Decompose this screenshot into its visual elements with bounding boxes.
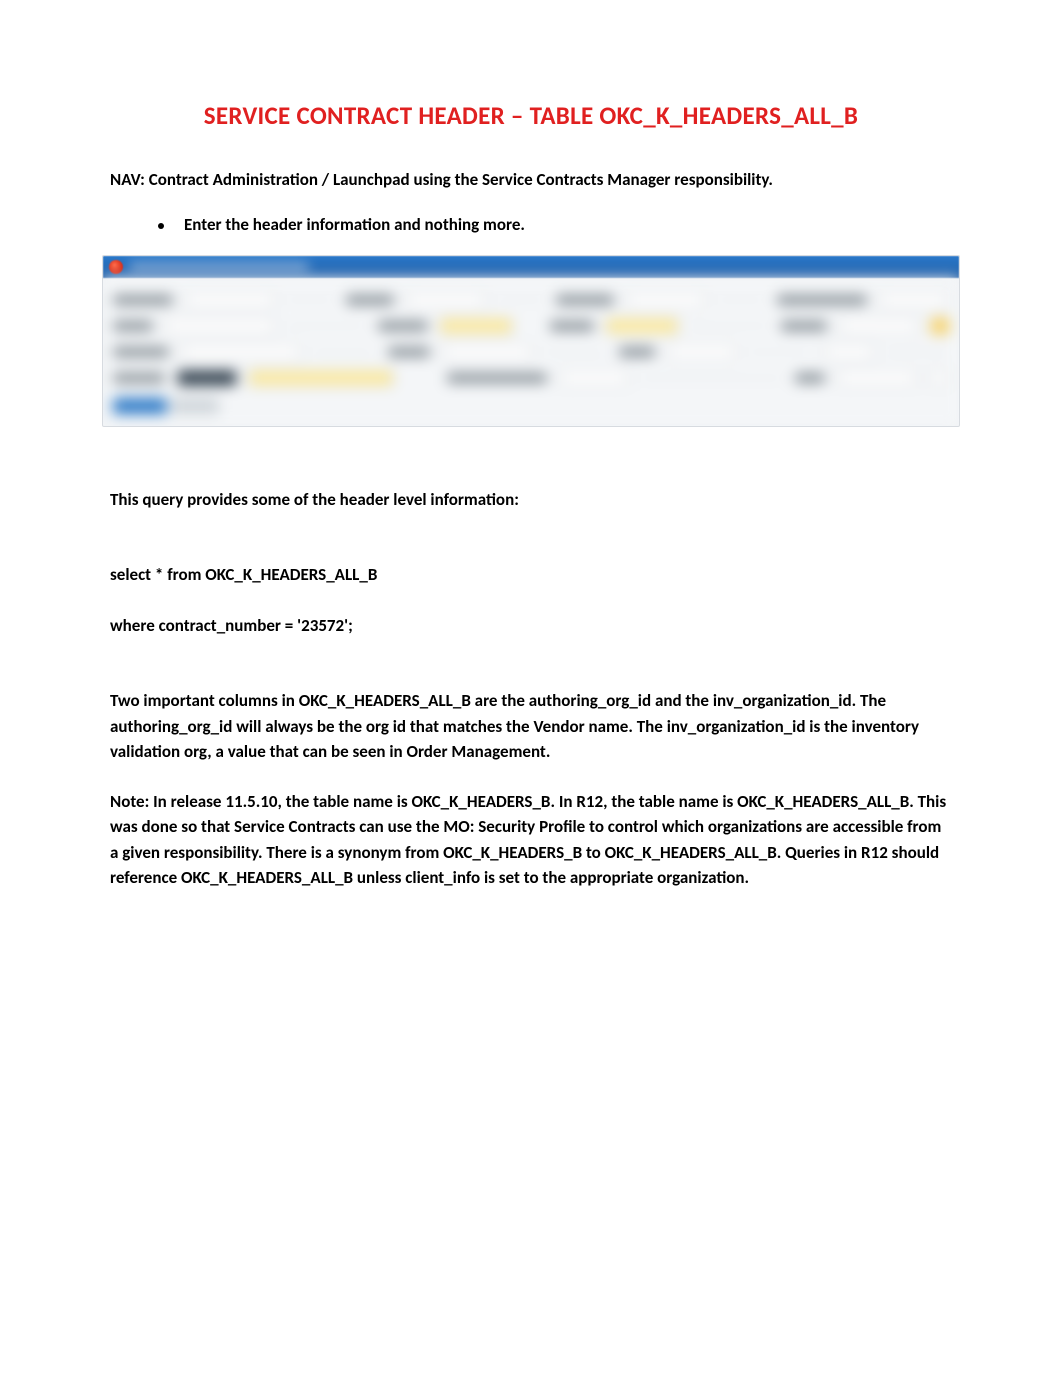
form-screenshot xyxy=(102,255,960,427)
form-body xyxy=(103,278,959,426)
query-line-1: select * from OKC_K_HEADERS_ALL_B xyxy=(110,562,952,588)
bullet-icon xyxy=(158,223,164,229)
oracle-logo-icon xyxy=(109,260,123,274)
query-line-2: where contract_number = '23572'; xyxy=(110,613,952,639)
sql-query: select * from OKC_K_HEADERS_ALL_B where … xyxy=(110,537,952,665)
intro-paragraph: This query provides some of the header l… xyxy=(110,487,952,513)
nav-path: NAV: Contract Administration / Launchpad… xyxy=(110,169,952,190)
bullet-item: Enter the header information and nothing… xyxy=(158,214,952,235)
columns-paragraph: Two important columns in OKC_K_HEADERS_A… xyxy=(110,688,952,765)
note-paragraph: Note: In release 11.5.10, the table name… xyxy=(110,789,952,891)
form-titlebar xyxy=(103,256,959,278)
page-title: SERVICE CONTRACT HEADER – TABLE OKC_K_HE… xyxy=(110,100,952,131)
form-title-text xyxy=(129,263,309,271)
bullet-text: Enter the header information and nothing… xyxy=(184,214,525,235)
